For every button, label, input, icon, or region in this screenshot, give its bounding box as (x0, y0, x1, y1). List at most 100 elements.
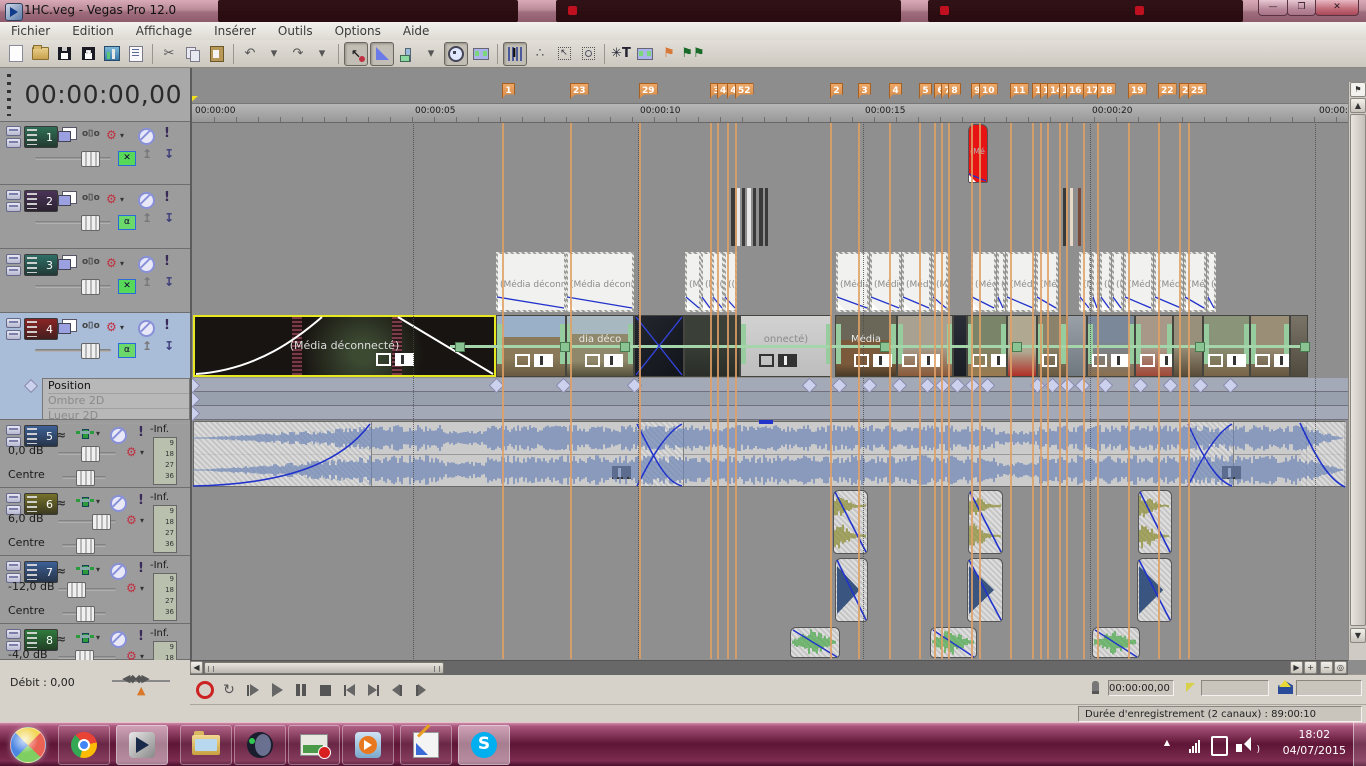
volume-fader-thumb[interactable] (67, 582, 86, 598)
menu-outils[interactable]: Outils (267, 24, 324, 38)
crop-icon[interactable] (515, 354, 530, 367)
solo-icon[interactable]: ! (138, 493, 144, 508)
mute-icon[interactable] (138, 192, 155, 209)
time-ruler[interactable]: 00:00:00 00:00:05 00:00:10 00:00:15 00:00:20… (190, 103, 1348, 123)
clip-track3[interactable]: (Média (1006, 252, 1035, 312)
pan-envelope-node[interactable] (1012, 342, 1022, 352)
timecode-display[interactable]: 00:00:00,00 (0, 68, 190, 122)
mute-icon[interactable] (110, 495, 127, 512)
pan-envelope-node[interactable] (880, 342, 890, 352)
clip-track3[interactable]: (l (1207, 252, 1216, 312)
clip-track3[interactable]: (Me (1079, 252, 1091, 312)
track-motion-icon[interactable]: o⌷o (82, 193, 100, 203)
minimize-button[interactable]: — (1258, 0, 1288, 16)
selection-tool-icon[interactable]: ↖ (553, 43, 575, 65)
audio-automation-gear-icon[interactable]: ⚙ (126, 582, 137, 594)
new-project-icon[interactable] (5, 43, 27, 65)
track-motion-icon[interactable]: o⌷o (82, 257, 100, 267)
scroll-right-button[interactable]: ▶ (1290, 661, 1303, 674)
clip-track2-bar[interactable] (737, 188, 740, 246)
clip-track4[interactable] (1087, 315, 1135, 377)
envelope-label-0[interactable]: Position (48, 379, 189, 394)
event-pan-icon[interactable] (991, 354, 1006, 367)
clip-track3[interactable]: (Média (902, 252, 931, 312)
paste-icon[interactable] (206, 43, 228, 65)
minimize-track-button[interactable] (6, 190, 21, 200)
track-number-chip[interactable]: 2 (24, 190, 58, 212)
pan-envelope-node[interactable] (560, 342, 570, 352)
clip-track3[interactable]: (( (1092, 252, 1099, 312)
compositing-mode-icon2[interactable] (58, 131, 71, 142)
network-icon[interactable] (1189, 740, 1200, 753)
event-icons[interactable] (902, 354, 940, 367)
track-automation-gear-icon[interactable]: ⚙ (106, 129, 117, 141)
pan-envelope-node[interactable] (620, 342, 630, 352)
redo-icon[interactable]: ↷ (287, 43, 309, 65)
event-pan-icon[interactable] (1274, 354, 1289, 367)
clip-track3[interactable]: (Me (932, 252, 948, 312)
event-icons[interactable] (1140, 354, 1172, 367)
pan-slider-thumb[interactable] (76, 538, 95, 554)
clip-track4[interactable] (1037, 315, 1067, 377)
track-number-chip[interactable]: 4 (24, 318, 58, 340)
menu-options[interactable]: Options (324, 24, 392, 38)
clip-track2-bar[interactable] (1063, 188, 1066, 246)
mute-icon[interactable] (110, 631, 127, 648)
clip-track2-bar[interactable] (753, 188, 756, 246)
make-compositing-child-icon[interactable]: ↧ (164, 275, 174, 289)
region-strip-icon[interactable] (634, 43, 656, 65)
track-header-3[interactable]: 3 o⌷o ⚙ ▾! ✕ ↥ ↧ (0, 249, 190, 313)
make-compositing-child-icon[interactable]: ↧ (164, 339, 174, 353)
track-number-chip[interactable]: 3 (24, 254, 58, 276)
timeline-marker-4[interactable]: 4 (889, 83, 902, 99)
pan-envelope-node[interactable] (1300, 342, 1310, 352)
timeline-marker-22[interactable]: 22 (1158, 83, 1177, 99)
timeline-marker-23[interactable]: 23 (570, 83, 589, 99)
mute-icon[interactable] (110, 427, 127, 444)
timeline-marker-2[interactable]: 2 (830, 83, 843, 99)
event-icons[interactable] (376, 353, 414, 366)
vertical-scrollbar[interactable]: ⚑ ▲ ▼ (1348, 82, 1366, 660)
menu-inserer[interactable]: Insérer (203, 24, 267, 38)
minimize-track-button[interactable] (6, 629, 21, 639)
clip-track5-audio[interactable] (193, 420, 1346, 487)
clip-track4[interactable]: onnecté) (740, 315, 832, 377)
clip-track4[interactable] (1203, 315, 1250, 377)
automation-dropdown[interactable]: ▾ (140, 584, 144, 593)
region-flags-icon[interactable]: ⚑⚑ (681, 43, 704, 65)
track-minimize-buttons[interactable] (6, 190, 21, 212)
menu-fichier[interactable]: Fichier (0, 24, 61, 38)
clip-track4[interactable] (897, 315, 953, 377)
automation-dropdown[interactable]: ▾ (120, 259, 124, 268)
timeline-marker-10[interactable]: 10 (979, 83, 998, 99)
crop-icon[interactable] (759, 354, 774, 367)
clip-track6[interactable] (833, 490, 868, 554)
event-pan-icon[interactable] (1159, 354, 1172, 367)
track-level-thumb[interactable] (81, 343, 100, 359)
start-button[interactable] (10, 727, 46, 763)
selection-edit-tool[interactable] (396, 43, 418, 65)
make-compositing-child-icon[interactable]: ↧ (164, 211, 174, 225)
cursor-timecode-box[interactable]: 00:00:00,00 (1108, 680, 1174, 696)
track-header-1[interactable]: 1 o⌷o ⚙ ▾! ✕ ↥ ↧ (0, 121, 190, 185)
zoom-tool-icon[interactable] (577, 43, 599, 65)
audio-fx-plug-icon[interactable] (76, 633, 94, 643)
clip-track4[interactable] (496, 315, 566, 377)
clip-track3[interactable]: (Média (1154, 252, 1183, 312)
explorer-taskbar-button[interactable] (180, 725, 232, 765)
clip-track3[interactable]: (Me (1100, 252, 1111, 312)
event-pan-icon[interactable] (921, 354, 940, 367)
event-icons[interactable] (1092, 354, 1130, 367)
track-lane-t1[interactable] (190, 121, 1348, 186)
make-compositing-parent-icon[interactable]: ↥ (142, 211, 152, 225)
envelope-icon[interactable]: ≈ (56, 428, 66, 442)
zoom-in-button[interactable]: + (1304, 661, 1317, 674)
image-editor-taskbar-button[interactable] (400, 724, 452, 765)
clip-track3[interactable]: (( (712, 252, 724, 312)
audio-pan-icon[interactable] (612, 466, 631, 479)
track-header-4[interactable]: 4 o⌷o ⚙ ▾! α ↥ ↧ Position Ombre 2D Lueur 2D (0, 313, 190, 424)
minimize-track-button[interactable] (6, 126, 21, 136)
audio-fx-plug-icon[interactable] (76, 565, 94, 575)
restore-button[interactable]: ❐ (1287, 0, 1316, 16)
clip-track4[interactable] (1067, 315, 1087, 377)
